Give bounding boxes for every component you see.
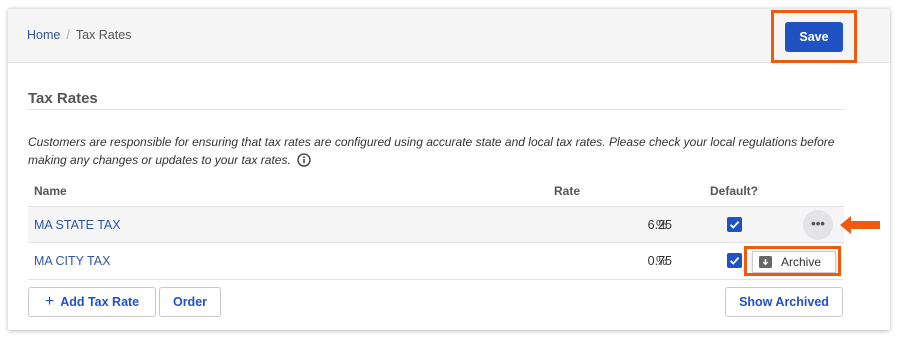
info-icon[interactable] <box>297 153 311 172</box>
row-more-options-button[interactable]: ••• <box>803 210 833 240</box>
page-header: Home / Tax Rates <box>8 8 890 63</box>
add-tax-rate-button[interactable]: + Add Tax Rate <box>28 287 156 317</box>
table-row: MA CITY TAX 0.75 % <box>28 242 844 280</box>
tax-rate-name-link[interactable]: MA STATE TAX <box>34 218 121 232</box>
breadcrumb: Home / Tax Rates <box>27 28 131 42</box>
add-tax-rate-label: Add Tax Rate <box>60 295 140 309</box>
checkbox-checked-icon <box>729 256 740 265</box>
disclaimer-text: Customers are responsible for ensuring t… <box>28 135 835 167</box>
default-checkbox[interactable] <box>727 253 742 268</box>
checkbox-checked-icon <box>729 220 740 229</box>
section-title: Tax Rates <box>28 90 98 107</box>
percent-unit: % <box>656 254 668 268</box>
column-header-rate: Rate <box>554 184 581 198</box>
save-highlight-box <box>771 10 857 63</box>
order-button[interactable]: Order <box>159 287 221 317</box>
breadcrumb-current: Tax Rates <box>75 28 132 42</box>
tax-disclaimer: Customers are responsible for ensuring t… <box>28 133 858 172</box>
tax-rate-name-link[interactable]: MA CITY TAX <box>34 254 110 268</box>
table-row: MA STATE TAX 6.25 % <box>28 206 844 243</box>
default-checkbox[interactable] <box>727 217 742 232</box>
column-header-default: Default? <box>710 184 758 198</box>
title-divider <box>28 109 844 110</box>
breadcrumb-home-link[interactable]: Home <box>27 28 60 42</box>
column-header-name: Name <box>34 184 67 198</box>
arrow-left-icon <box>840 216 880 234</box>
show-archived-button[interactable]: Show Archived <box>725 287 843 317</box>
breadcrumb-separator: / <box>66 28 70 42</box>
archive-highlight-box <box>744 246 841 276</box>
percent-unit: % <box>656 218 668 232</box>
plus-icon: + <box>44 293 55 310</box>
